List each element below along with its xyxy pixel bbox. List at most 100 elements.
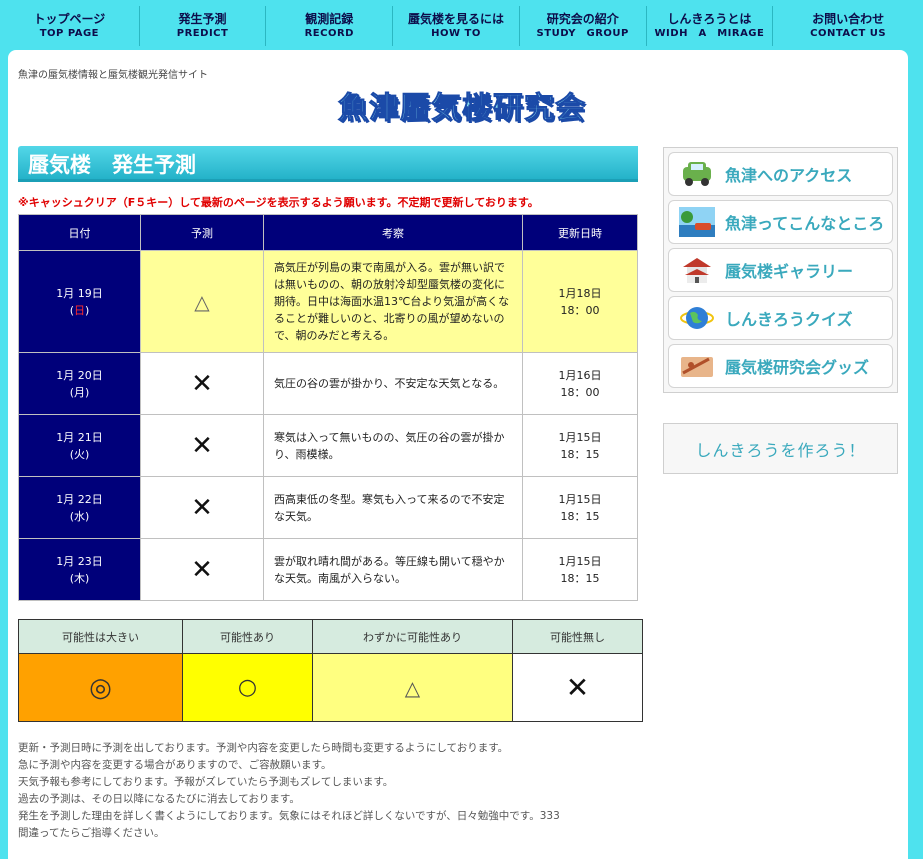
top-nav: トップページ TOP PAGE 発生予測 PREDICT 観測記録 RECORD… xyxy=(0,0,923,50)
main-content: 蜃気楼 発生予測 ※キャッシュクリア（F５キー）して最新のページを表示するよう願… xyxy=(18,146,643,842)
forecast-table: 日付 予測 考察 更新日時 1月 19日 (日) △ 高気圧が列島の東で南風が入… xyxy=(18,214,638,601)
nav-label-jp: 発生予測 xyxy=(178,12,227,26)
nav-label-jp: お問い合わせ xyxy=(812,12,885,26)
sidebar-item-label: 蜃気楼ギャラリー xyxy=(725,262,854,281)
legend-header-possible: 可能性あり xyxy=(182,619,313,654)
double-circle-icon: ◎ xyxy=(18,653,183,722)
table-row: 1月 23日 (木) ✕ 雲が取れ晴れ間がある。等圧線も開いて穏やかな天気。南風… xyxy=(18,538,638,601)
legend-header-none: 可能性無し xyxy=(512,619,643,654)
updated-date: 1月15日 xyxy=(558,492,602,506)
nav-mirage[interactable]: しんきろうとは WIDH A MIRAGE xyxy=(647,6,774,46)
column-header-updated: 更新日時 xyxy=(522,214,638,251)
nav-top-page[interactable]: トップページ TOP PAGE xyxy=(0,6,140,46)
sunday-label: 日 xyxy=(74,303,85,317)
sidebar-item-goods[interactable]: 蜃気楼研究会グッズ xyxy=(668,344,893,388)
sidebar-item-quiz[interactable]: しんきろうクイズ xyxy=(668,296,893,340)
nav-label-en: STUDY GROUP xyxy=(536,28,629,39)
comment-cell: 雲が取れ晴れ間がある。等圧線も開いて穏やかな天気。南風が入らない。 xyxy=(263,538,523,601)
table-row: 1月 22日 (水) ✕ 西高東低の冬型。寒気も入って来るので不安定な天気。 1… xyxy=(18,476,638,539)
triangle-icon: △ xyxy=(312,653,513,722)
table-row: 1月 20日 (月) ✕ 気圧の谷の雲が掛かり、不安定な天気となる。 1月16日… xyxy=(18,352,638,415)
note-line: 天気予報も参考にしております。予報がズレていたら予測もズレてしまいます。 xyxy=(18,776,394,788)
updated-time: 18：15 xyxy=(560,571,600,585)
updated-cell: 1月15日 18：15 xyxy=(522,476,638,539)
prediction-cell: ✕ xyxy=(140,352,264,415)
day-of-week: (木) xyxy=(69,571,90,585)
legend-header-high: 可能性は大きい xyxy=(18,619,183,654)
updated-date: 1月15日 xyxy=(558,430,602,444)
nav-study-group[interactable]: 研究会の紹介 STUDY GROUP xyxy=(520,6,647,46)
nav-label-en: TOP PAGE xyxy=(39,28,100,39)
cross-icon: ✕ xyxy=(512,653,643,722)
comment-cell: 寒気は入って無いものの、気圧の谷の雲が掛かり、雨模様。 xyxy=(263,414,523,477)
date-text: 1月 19日 xyxy=(56,286,103,300)
nav-label-en: WIDH A MIRAGE xyxy=(654,28,765,39)
car-icon xyxy=(683,162,711,186)
nav-contact[interactable]: お問い合わせ CONTACT US xyxy=(773,6,923,46)
column-header-date: 日付 xyxy=(18,214,141,251)
date-cell: 1月 20日 (月) xyxy=(18,352,141,415)
table-row: 1月 21日 (火) ✕ 寒気は入って無いものの、気圧の谷の雲が掛かり、雨模様。… xyxy=(18,414,638,477)
nav-label-en: HOW TO xyxy=(431,28,481,39)
notes: 更新・予測日時に予測を出しております。予測や内容を変更したら時間も変更するように… xyxy=(18,740,638,842)
cross-icon: ✕ xyxy=(191,492,213,523)
make-mirage-button[interactable]: しんきろうを作ろう！ xyxy=(663,423,898,474)
updated-time: 18：15 xyxy=(560,509,600,523)
note-line: 急に予測や内容を変更する場合がありますので、ご容赦願います。 xyxy=(18,759,332,771)
sidebar-item-about-uozu[interactable]: 魚津ってこんなところ xyxy=(668,200,893,244)
site-tagline: 魚津の蜃気楼情報と蜃気楼観光発信サイト xyxy=(18,70,208,81)
globe-icon xyxy=(680,307,714,329)
prediction-cell: ✕ xyxy=(140,414,264,477)
triangle-icon: △ xyxy=(194,289,210,314)
table-row: 1月 19日 (日) △ 高気圧が列島の東で南風が入る。雲が無い訳では無いものの… xyxy=(18,250,638,353)
updated-cell: 1月18日 18：00 xyxy=(522,250,638,353)
comment-cell: 西高東低の冬型。寒気も入って来るので不安定な天気。 xyxy=(263,476,523,539)
sidebar-item-label: しんきろうクイズ xyxy=(725,310,853,329)
legend-header-slight: わずかに可能性あり xyxy=(312,619,513,654)
date-cell: 1月 21日 (火) xyxy=(18,414,141,477)
updated-time: 18：00 xyxy=(560,385,600,399)
updated-cell: 1月15日 18：15 xyxy=(522,538,638,601)
sidebar-item-label: 蜃気楼研究会グッズ xyxy=(725,358,870,377)
day-of-week: (月) xyxy=(69,385,90,399)
nav-record[interactable]: 観測記録 RECORD xyxy=(266,6,394,46)
cross-icon: ✕ xyxy=(191,554,213,585)
prediction-cell: ✕ xyxy=(140,538,264,601)
day-of-week: (水) xyxy=(69,509,90,523)
date-text: 1月 23日 xyxy=(56,554,103,568)
date-cell: 1月 23日 (木) xyxy=(18,538,141,601)
nav-label-en: RECORD xyxy=(304,28,354,39)
note-line: 更新・予測日時に予測を出しております。予測や内容を変更したら時間も変更するように… xyxy=(18,742,509,754)
sidebar-item-access[interactable]: 魚津へのアクセス xyxy=(668,152,893,196)
circle-icon: ○ xyxy=(182,653,313,722)
note-line: 過去の予測は、その日以降になるたびに消去しております。 xyxy=(18,793,300,805)
sidebar-item-label: 魚津へのアクセス xyxy=(725,166,853,185)
site-logo[interactable]: 魚津蜃気楼研究会 xyxy=(338,83,586,127)
scenery-icon xyxy=(679,207,715,237)
date-cell: 1月 22日 (水) xyxy=(18,476,141,539)
sidebar-item-gallery[interactable]: 蜃気楼ギャラリー xyxy=(668,248,893,292)
date-cell: 1月 19日 (日) xyxy=(18,250,141,353)
nav-how-to[interactable]: 蜃気楼を見るには HOW TO xyxy=(393,6,520,46)
nav-predict[interactable]: 発生予測 PREDICT xyxy=(140,6,267,46)
cross-icon: ✕ xyxy=(191,430,213,461)
comment-cell: 高気圧が列島の東で南風が入る。雲が無い訳では無いものの、朝の放射冷却型蜃気楼の変… xyxy=(263,250,523,353)
updated-date: 1月16日 xyxy=(558,368,602,382)
note-line: 発生を予測した理由を詳しく書くようにしております。気象にはそれほど詳しくないです… xyxy=(18,810,560,822)
nav-label-en: PREDICT xyxy=(176,28,229,39)
updated-date: 1月18日 xyxy=(558,286,602,300)
nav-label-jp: 蜃気楼を見るには xyxy=(407,12,504,26)
updated-cell: 1月15日 18：15 xyxy=(522,414,638,477)
sidebar-item-label: 魚津ってこんなところ xyxy=(725,214,885,233)
cross-icon: ✕ xyxy=(191,368,213,399)
date-text: 1月 21日 xyxy=(56,430,103,444)
date-text: 1月 22日 xyxy=(56,492,103,506)
comment-cell: 気圧の谷の雲が掛かり、不安定な天気となる。 xyxy=(263,352,523,415)
nav-label-jp: トップページ xyxy=(33,12,106,26)
prediction-cell: △ xyxy=(140,250,264,353)
legend-table: 可能性は大きい 可能性あり わずかに可能性あり 可能性無し ◎ ○ △ ✕ xyxy=(18,619,643,722)
updated-date: 1月15日 xyxy=(558,554,602,568)
nav-label-jp: 観測記録 xyxy=(305,12,354,26)
nav-label-jp: しんきろうとは xyxy=(667,12,752,26)
column-header-comment: 考察 xyxy=(263,214,523,251)
